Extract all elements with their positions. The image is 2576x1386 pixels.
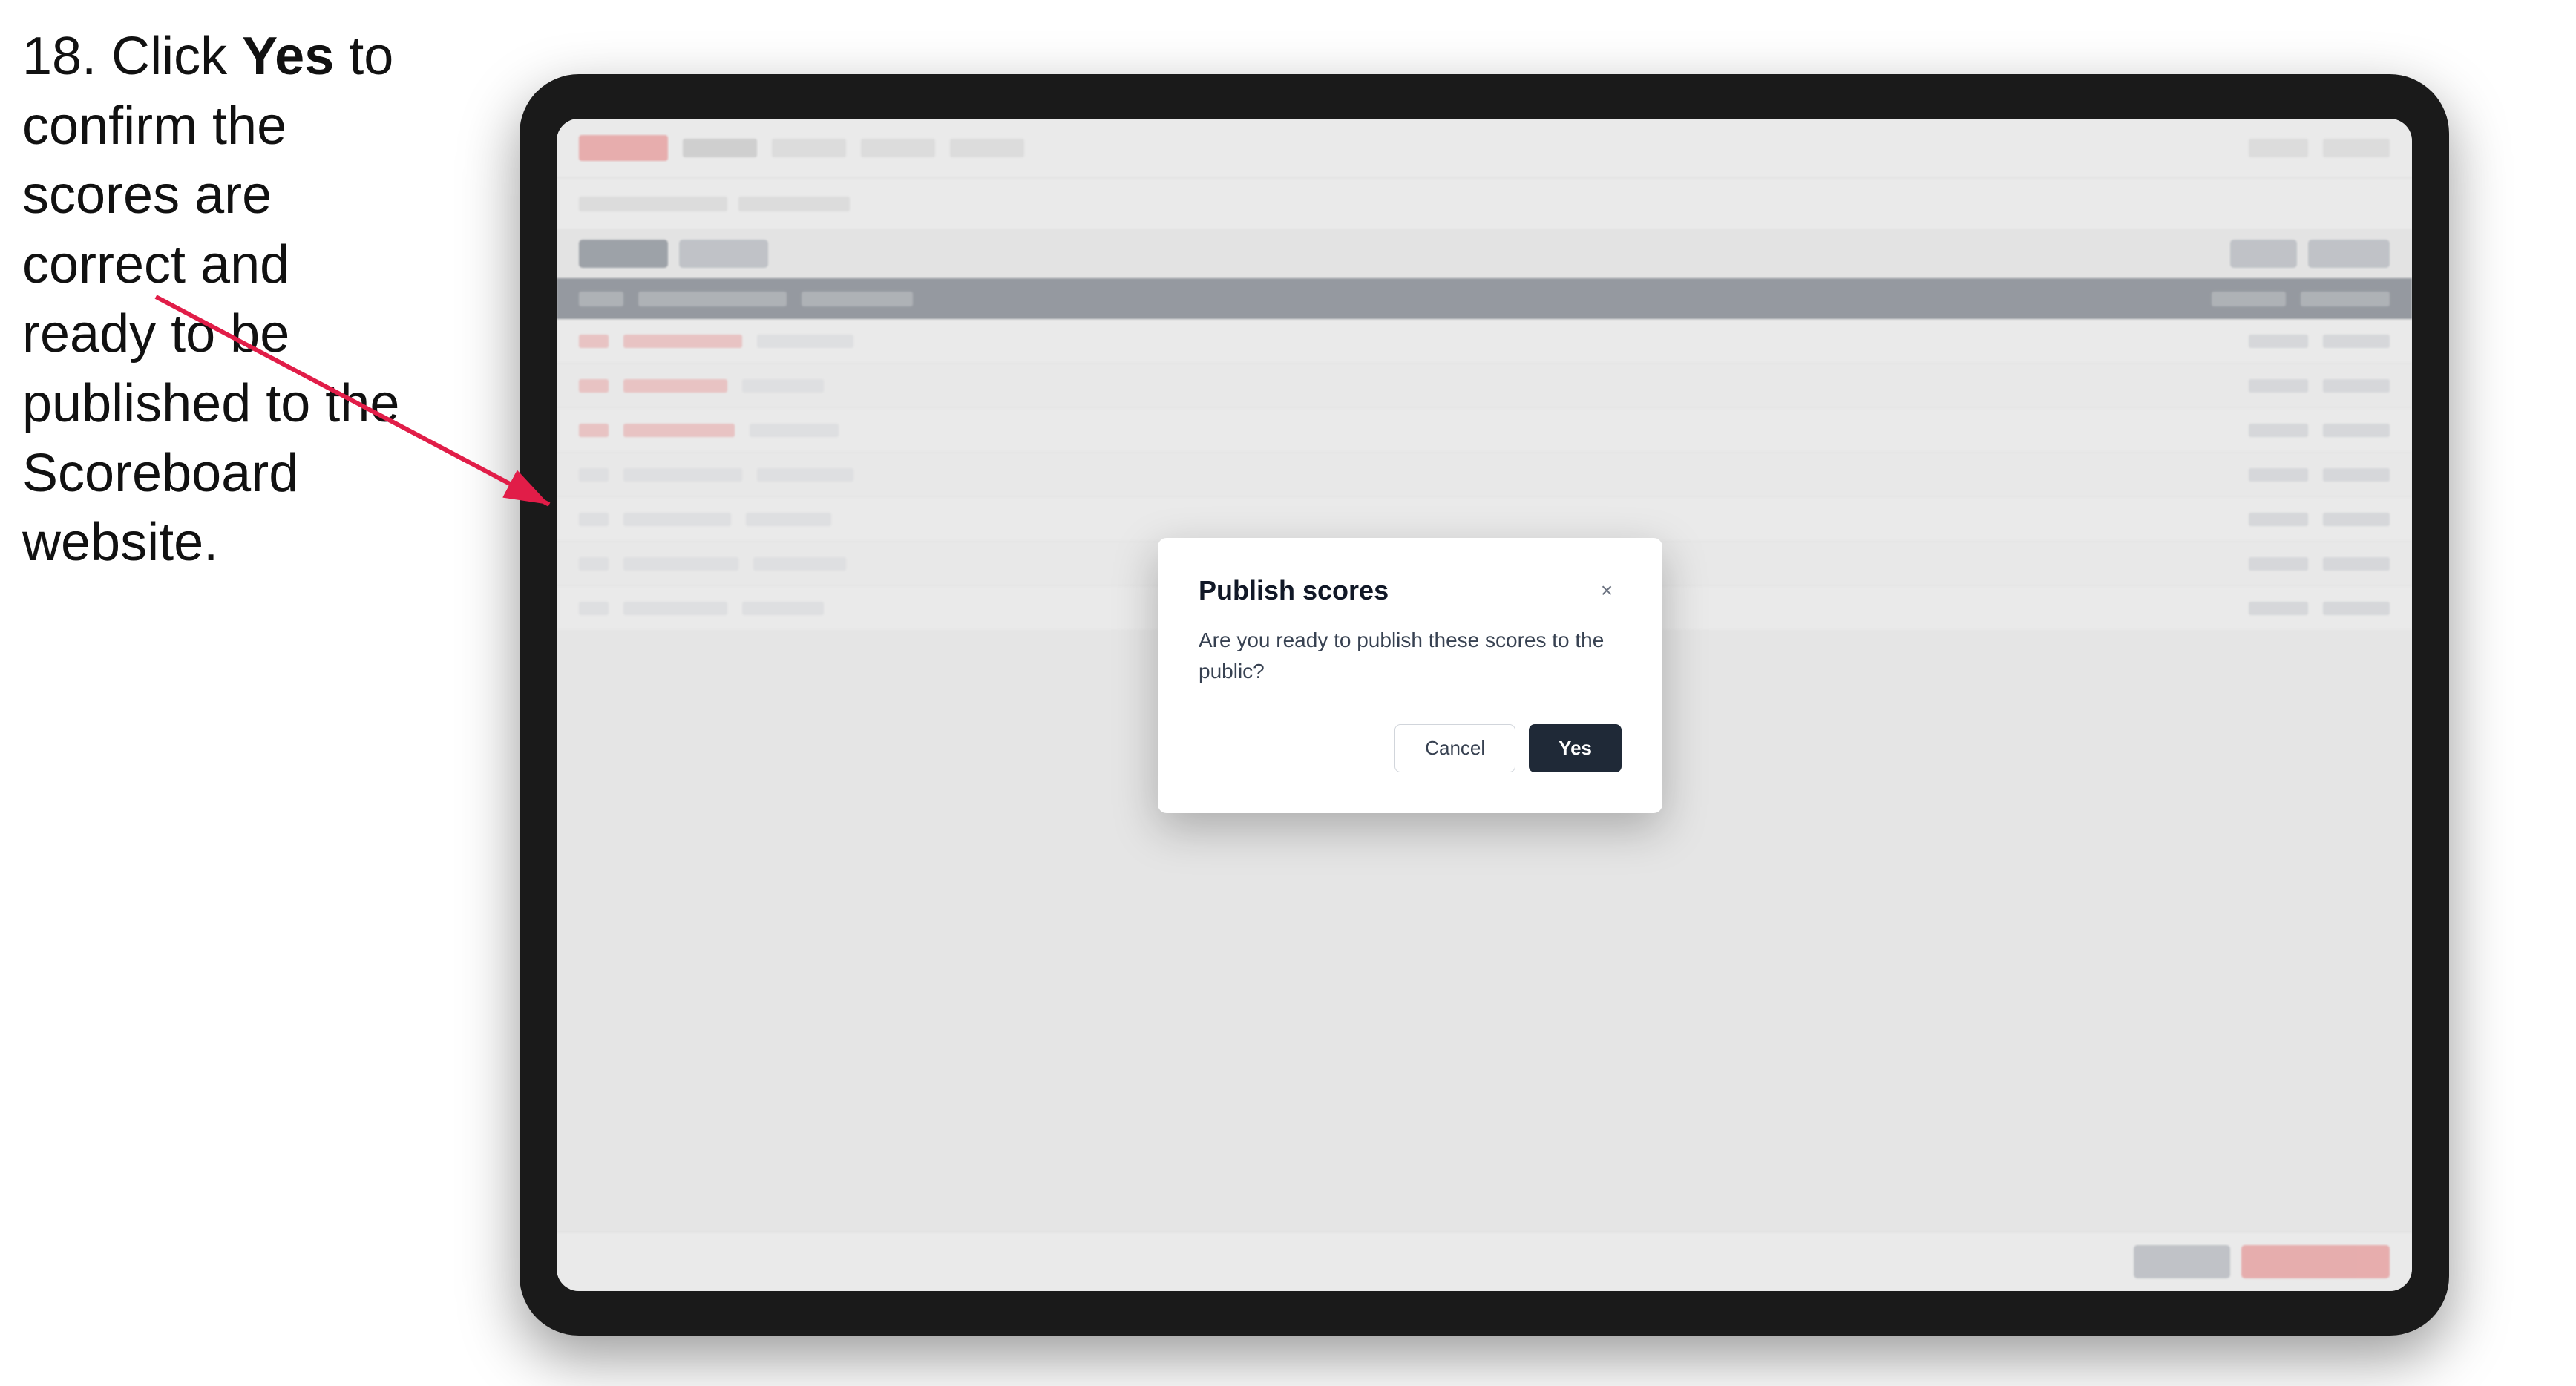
bold-yes: Yes xyxy=(242,27,334,86)
modal-body-text: Are you ready to publish these scores to… xyxy=(1199,625,1622,687)
cancel-button[interactable]: Cancel xyxy=(1394,724,1515,772)
text-after-bold: to confirm the scores are correct and re… xyxy=(22,27,399,572)
text-before-bold: Click xyxy=(96,27,242,86)
instruction-block: 18. Click Yes to confirm the scores are … xyxy=(22,22,438,578)
modal-title-row: Publish scores × xyxy=(1199,575,1622,606)
modal-footer: Cancel Yes xyxy=(1199,724,1622,772)
yes-button[interactable]: Yes xyxy=(1529,724,1622,772)
publish-scores-dialog: Publish scores × Are you ready to publis… xyxy=(1158,538,1662,813)
modal-title: Publish scores xyxy=(1199,575,1389,606)
tablet-screen: Publish scores × Are you ready to publis… xyxy=(557,119,2412,1291)
modal-overlay: Publish scores × Are you ready to publis… xyxy=(557,119,2412,1291)
step-number: 18. xyxy=(22,27,96,86)
modal-close-button[interactable]: × xyxy=(1592,576,1622,605)
tablet-device: Publish scores × Are you ready to publis… xyxy=(520,74,2449,1336)
